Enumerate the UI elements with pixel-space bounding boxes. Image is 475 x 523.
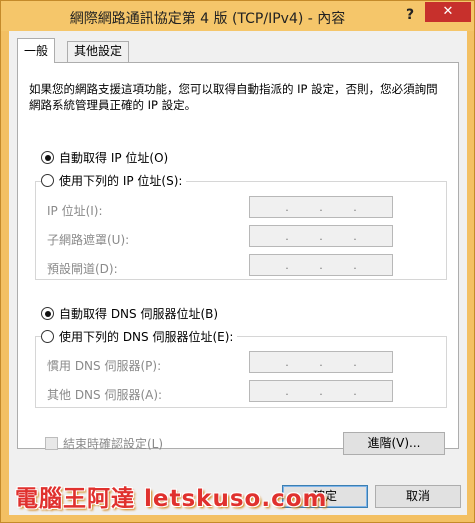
window-title: 網際網路通訊協定第 4 版 (TCP/IPv4) - 內容 [69, 11, 346, 27]
close-button[interactable]: ✕ [425, 2, 471, 22]
default-gateway-input[interactable]: ... [249, 254, 393, 276]
dialog-window: 網際網路通訊協定第 4 版 (TCP/IPv4) - 內容 ? ✕ 一般 其他設… [0, 0, 475, 523]
radio-auto-ip-label: 自動取得 IP 位址(O) [59, 151, 169, 165]
radio-manual-ip[interactable]: 使用下列的 IP 位址(S): [41, 172, 187, 189]
radio-manual-dns-label: 使用下列的 DNS 伺服器位址(E): [59, 330, 234, 344]
radio-manual-ip-label: 使用下列的 IP 位址(S): [59, 174, 183, 188]
preferred-dns-input[interactable]: ... [249, 351, 393, 373]
radio-manual-dns[interactable]: 使用下列的 DNS 伺服器位址(E): [41, 328, 238, 345]
radio-auto-dns-indicator[interactable] [41, 307, 54, 320]
title-bar[interactable]: 網際網路通訊協定第 4 版 (TCP/IPv4) - 內容 ? ✕ [1, 1, 474, 31]
advanced-button[interactable]: 進階(V)... [343, 432, 445, 455]
preferred-dns-label: 慣用 DNS 伺服器(P): [47, 359, 162, 373]
radio-auto-dns-label: 自動取得 DNS 伺服器位址(B) [59, 307, 219, 321]
tab-general[interactable]: 一般 [17, 38, 56, 63]
description-text: 如果您的網路支援這項功能，您可以取得自動指派的 IP 設定，否則，您必須詢問網路… [29, 82, 438, 112]
help-button[interactable]: ? [399, 5, 421, 25]
validate-checkbox-box[interactable] [45, 437, 58, 450]
alternate-dns-label: 其他 DNS 伺服器(A): [47, 388, 163, 402]
dialog-client-area: 一般 其他設定 如果您的網路支援這項功能，您可以取得自動指派的 IP 設定，否則… [9, 31, 467, 515]
radio-auto-dns[interactable]: 自動取得 DNS 伺服器位址(B) [41, 305, 218, 322]
radio-manual-dns-indicator[interactable] [41, 330, 54, 343]
radio-manual-ip-indicator[interactable] [41, 174, 54, 187]
cancel-button[interactable]: 取消 [375, 485, 461, 508]
validate-settings-checkbox[interactable]: 結束時確認設定(L) [45, 435, 163, 452]
tab-alternate-config[interactable]: 其他設定 [67, 41, 130, 62]
subnet-mask-label: 子網路遮罩(U): [47, 233, 130, 247]
subnet-mask-input[interactable]: ... [249, 225, 393, 247]
radio-auto-ip[interactable]: 自動取得 IP 位址(O) [41, 149, 168, 166]
radio-auto-ip-indicator[interactable] [41, 151, 54, 164]
ip-address-input[interactable]: ... [249, 196, 393, 218]
watermark-text: 電腦王阿達 letskuso.com [15, 486, 328, 512]
alternate-dns-input[interactable]: ... [249, 380, 393, 402]
ip-address-label: IP 位址(I): [47, 204, 103, 218]
default-gateway-label: 預設閘道(D): [47, 262, 118, 276]
validate-checkbox-label: 結束時確認設定(L) [63, 437, 164, 451]
